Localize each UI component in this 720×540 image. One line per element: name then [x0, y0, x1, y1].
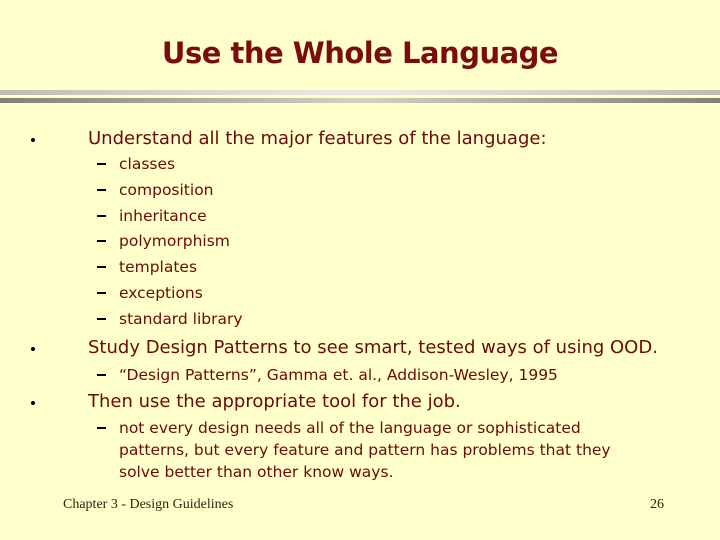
sub-bullet-text: templates: [119, 258, 198, 276]
dash-icon: [97, 189, 106, 191]
sub-bullet-text: composition: [119, 181, 214, 199]
dash-icon: [97, 374, 106, 376]
dash-icon: [97, 427, 106, 429]
sub-bullet-text: exceptions: [119, 284, 203, 302]
dash-icon: [97, 318, 106, 320]
sub-bullet-text: classes: [119, 155, 176, 173]
sub-bullet-text: standard library: [119, 310, 243, 328]
bullet-dot-icon: [31, 347, 35, 351]
sub-bullet-text: “Design Patterns”, Gamma et. al., Addiso…: [119, 366, 558, 384]
dash-icon: [97, 266, 106, 268]
bullet-dot-icon: [31, 401, 35, 405]
slide-title: Use the Whole Language: [161, 36, 559, 70]
title-divider-bottom: [0, 98, 720, 103]
bullet-dot-icon: [31, 138, 35, 142]
bullet-text: Understand all the major features of the…: [88, 128, 547, 149]
title-divider-top: [0, 90, 720, 95]
sub-bullet-text: inheritance: [119, 207, 207, 225]
bullet-text: Then use the appropriate tool for the jo…: [88, 391, 461, 412]
dash-icon: [97, 292, 106, 294]
sub-bullet-text: not every design needs all of the langua…: [119, 419, 611, 481]
dash-icon: [97, 163, 106, 165]
bullet-text: Study Design Patterns to see smart, test…: [88, 337, 658, 358]
dash-icon: [97, 215, 106, 217]
sub-bullet-text: polymorphism: [119, 232, 230, 250]
footer-page-number: 26: [650, 497, 664, 512]
slide: Use the Whole Language Understand all th…: [0, 0, 720, 540]
footer-chapter: Chapter 3 - Design Guidelines: [63, 497, 234, 512]
dash-icon: [97, 240, 106, 242]
